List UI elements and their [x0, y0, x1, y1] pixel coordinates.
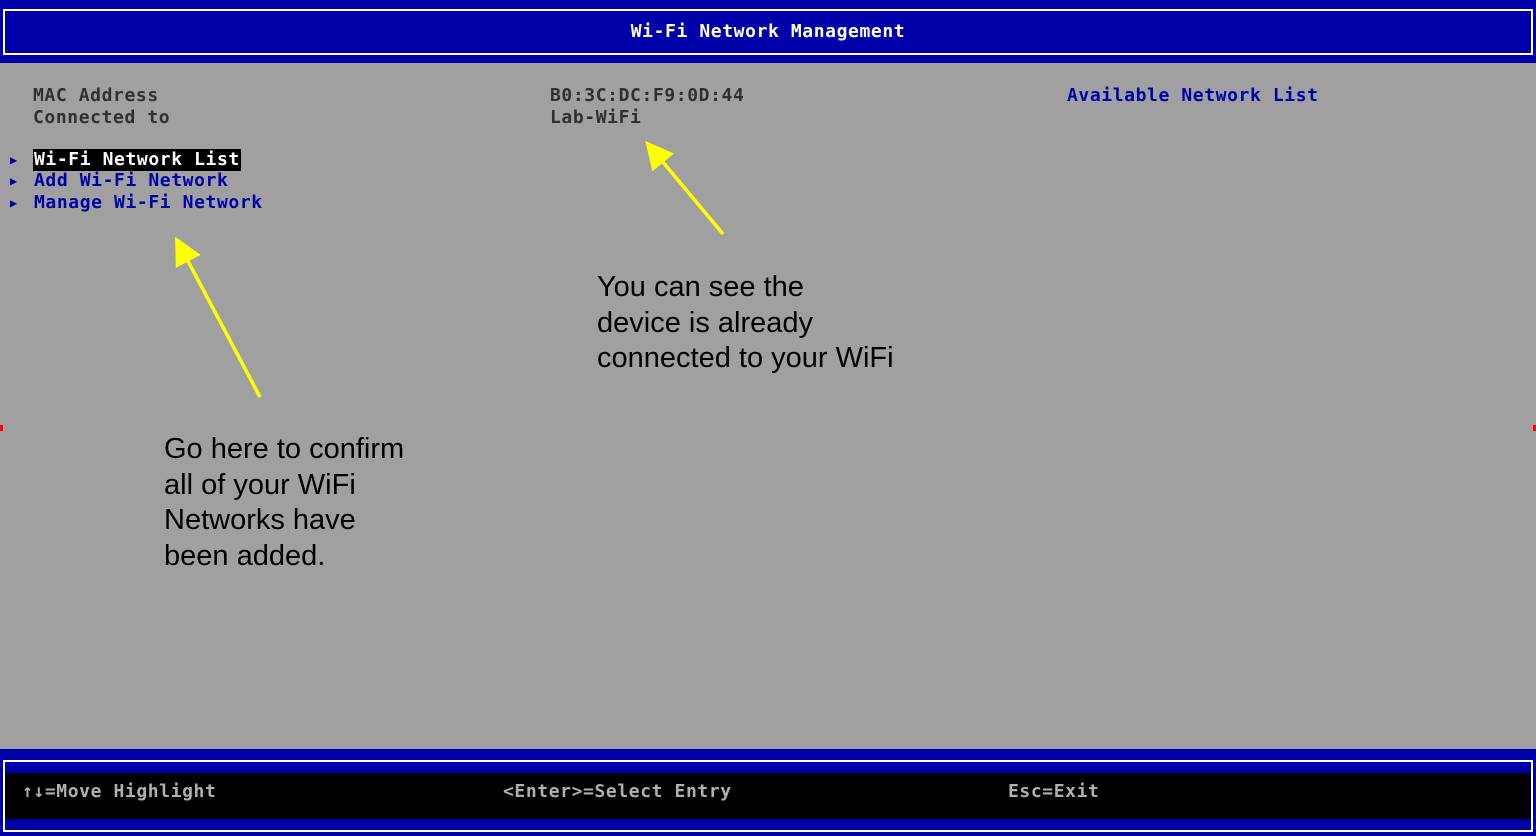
annotation-line: all of your WiFi: [164, 468, 356, 501]
annotation-line: connected to your WiFi: [597, 342, 894, 374]
annotation-line: device is already: [597, 306, 813, 339]
annotation-line: Networks have: [164, 504, 356, 536]
arrow-right-icon: ▶: [10, 195, 18, 210]
mac-address-value: B0:3C:DC:F9:0D:44: [550, 85, 745, 106]
arrow-right-icon: ▶: [10, 174, 18, 189]
arrow-right-icon: ▶: [10, 152, 18, 167]
annotation-line: Go here to confirm: [164, 433, 405, 465]
menu-item-label: Manage Wi-Fi Network: [34, 191, 263, 213]
page-title: Wi-Fi Network Management: [3, 9, 1533, 55]
menu-item-label: Wi-Fi Network List: [33, 148, 241, 171]
menu-item-add-wifi-network[interactable]: ▶ Add Wi-Fi Network: [10, 170, 264, 193]
footer-band: [5, 773, 1531, 819]
menu-item-manage-wifi-network[interactable]: ▶ Manage Wi-Fi Network: [10, 192, 264, 214]
annotation-line: You can see the: [597, 271, 804, 303]
title-bar: Wi-Fi Network Management: [0, 0, 1536, 63]
connected-to-label: Connected to: [33, 107, 171, 128]
main-menu: ▶ Wi-Fi Network List ▶ Add Wi-Fi Network…: [10, 148, 264, 214]
footer-bar: ↑↓=Move Highlight <Enter>=Select Entry E…: [0, 749, 1536, 836]
footer-move-hint: ↑↓=Move Highlight: [22, 781, 217, 802]
connected-to-value: Lab-WiFi: [550, 107, 642, 128]
menu-item-wifi-network-list[interactable]: ▶ Wi-Fi Network List: [10, 148, 264, 171]
help-title: Available Network List: [1067, 85, 1319, 106]
menu-item-label: Add Wi-Fi Network: [34, 170, 229, 192]
footer-frame: [3, 760, 1533, 832]
main-panel: MAC Address B0:3C:DC:F9:0D:44 Connected …: [0, 63, 1536, 749]
footer-select-hint: <Enter>=Select Entry: [503, 781, 732, 802]
network-list-annotation: Go here to confirm all of your WiFi Netw…: [164, 432, 404, 574]
footer-exit-hint: Esc=Exit: [1008, 781, 1100, 802]
mac-address-label: MAC Address: [33, 85, 159, 106]
connected-annotation: You can see the device is already connec…: [597, 270, 894, 377]
annotation-line: been added.: [164, 539, 326, 572]
edge-mark-left: [0, 425, 3, 431]
